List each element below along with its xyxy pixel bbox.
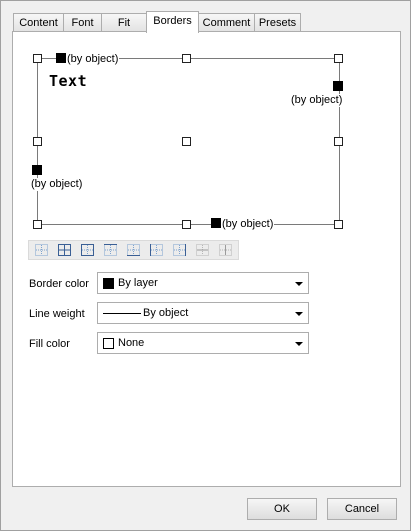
tab-fit[interactable]: Fit xyxy=(101,13,147,31)
border-toolbar xyxy=(28,240,239,260)
bottom-border-swatch[interactable] xyxy=(211,218,221,228)
border-outside-icon[interactable] xyxy=(77,242,98,258)
fill-color-label: Fill color xyxy=(29,338,70,350)
top-border-swatch[interactable] xyxy=(56,53,66,63)
chevron-down-icon xyxy=(295,342,303,346)
fill-color-swatch xyxy=(103,338,114,349)
top-border-label[interactable]: (by object) xyxy=(66,53,120,66)
chevron-down-icon xyxy=(295,312,303,316)
border-none-icon[interactable] xyxy=(31,242,52,258)
ok-button[interactable]: OK xyxy=(247,498,317,520)
chevron-down-icon xyxy=(295,282,303,286)
left-border-label[interactable]: (by object) xyxy=(30,178,84,191)
line-weight-select[interactable]: By object xyxy=(97,302,309,324)
line-weight-sample xyxy=(103,313,141,314)
bottom-border-label[interactable]: (by object) xyxy=(221,218,275,231)
grip-middle-right[interactable] xyxy=(334,137,343,146)
sample-text: Text xyxy=(49,72,88,90)
borders-panel: (by object) (by object) (by object) (by … xyxy=(12,31,401,487)
line-weight-value: By object xyxy=(143,307,189,319)
right-border-label[interactable]: (by object) xyxy=(290,94,344,107)
border-color-label: Border color xyxy=(29,278,89,290)
grip-top-center[interactable] xyxy=(182,54,191,63)
tab-comment[interactable]: Comment xyxy=(198,13,255,31)
tab-content[interactable]: Content xyxy=(13,13,64,31)
border-left-icon[interactable] xyxy=(146,242,167,258)
border-top-icon[interactable] xyxy=(100,242,121,258)
grip-middle-left[interactable] xyxy=(33,137,42,146)
border-inside-vertical-icon[interactable] xyxy=(215,242,236,258)
border-color-swatch xyxy=(103,278,114,289)
cancel-button[interactable]: Cancel xyxy=(327,498,397,520)
border-all-icon[interactable] xyxy=(54,242,75,258)
grip-bottom-left[interactable] xyxy=(33,220,42,229)
border-right-icon[interactable] xyxy=(169,242,190,258)
left-border-swatch[interactable] xyxy=(32,165,42,175)
tab-presets[interactable]: Presets xyxy=(254,13,301,31)
fill-color-select[interactable]: None xyxy=(97,332,309,354)
border-bottom-icon[interactable] xyxy=(123,242,144,258)
tab-borders[interactable]: Borders xyxy=(146,11,199,33)
border-color-value: By layer xyxy=(118,277,158,289)
tab-font[interactable]: Font xyxy=(63,13,102,31)
grip-bottom-center[interactable] xyxy=(182,220,191,229)
right-border-swatch[interactable] xyxy=(333,81,343,91)
grip-bottom-right[interactable] xyxy=(334,220,343,229)
border-inside-horizontal-icon[interactable] xyxy=(192,242,213,258)
grip-top-right[interactable] xyxy=(334,54,343,63)
grip-top-left[interactable] xyxy=(33,54,42,63)
border-color-select[interactable]: By layer xyxy=(97,272,309,294)
fill-color-value: None xyxy=(118,337,145,349)
line-weight-label: Line weight xyxy=(29,308,85,320)
grip-center[interactable] xyxy=(182,137,191,146)
